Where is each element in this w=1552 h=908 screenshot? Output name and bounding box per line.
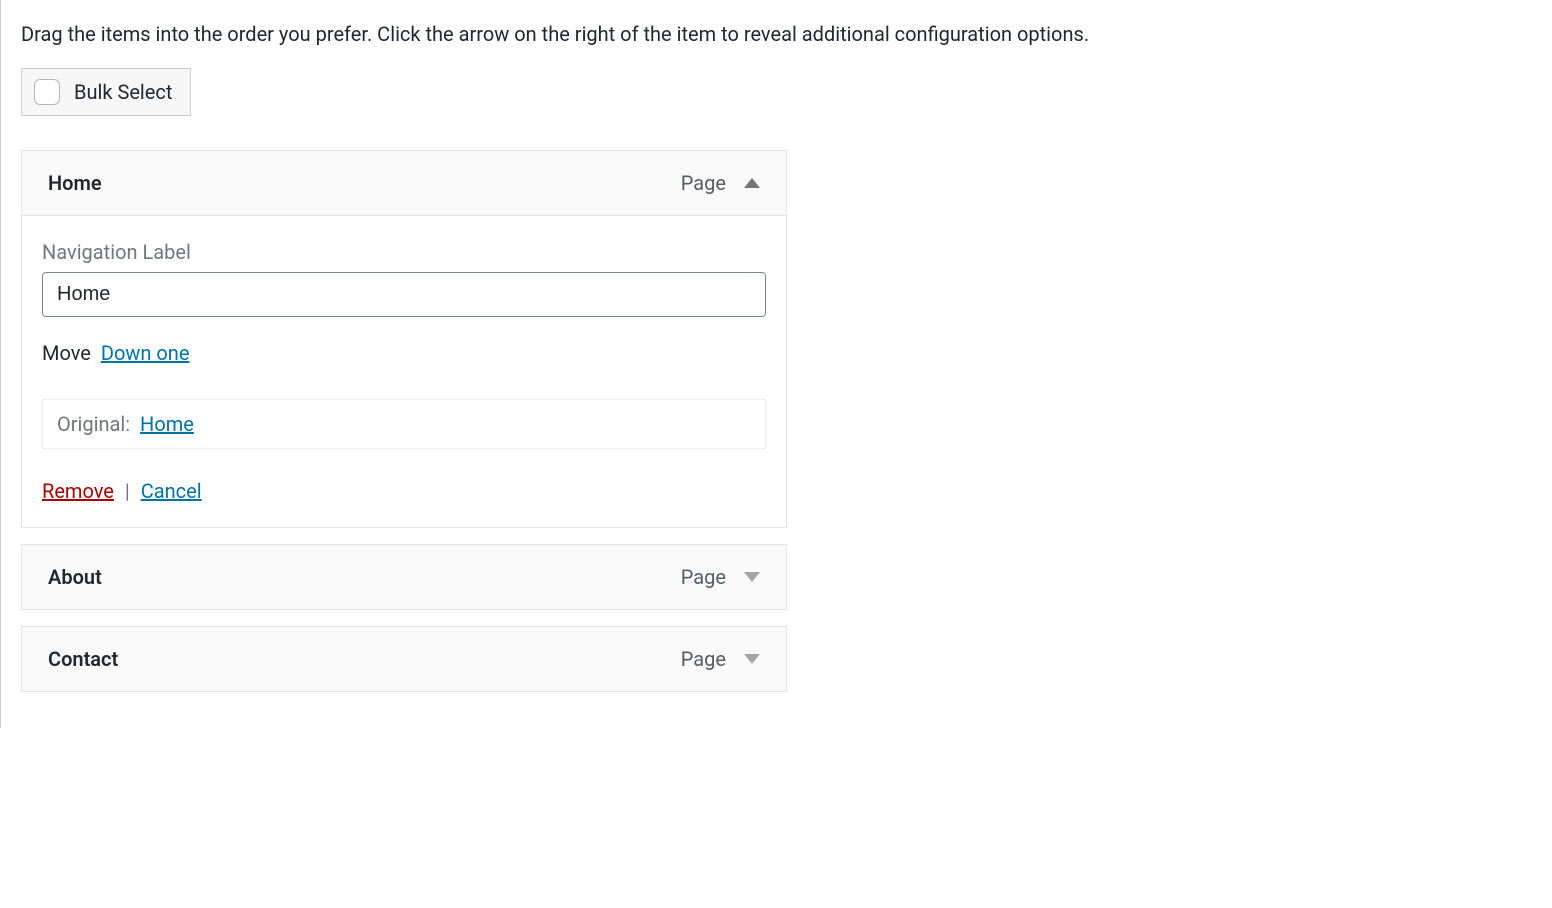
- original-link[interactable]: Home: [140, 412, 194, 436]
- menu-item-title: Home: [48, 171, 102, 195]
- menu-item-header-home[interactable]: Home Page: [21, 150, 787, 216]
- chevron-up-icon[interactable]: [744, 178, 760, 188]
- navigation-label-title: Navigation Label: [42, 240, 766, 264]
- instructions-text: Drag the items into the order you prefer…: [21, 20, 1552, 48]
- original-prefix: Original:: [57, 412, 130, 436]
- menu-item-header-right: Page: [681, 565, 760, 589]
- menu-item-title: About: [48, 565, 102, 589]
- menu-item-header-right: Page: [681, 647, 760, 671]
- menu-item-header-about[interactable]: About Page: [21, 544, 787, 610]
- menu-item-header-right: Page: [681, 171, 760, 195]
- action-separator: |: [125, 479, 130, 503]
- menu-item-type-label: Page: [681, 565, 726, 589]
- move-label: Move: [42, 341, 91, 365]
- menu-item-contact[interactable]: Contact Page: [21, 626, 787, 692]
- menu-item-header-contact[interactable]: Contact Page: [21, 626, 787, 692]
- item-actions-row: Remove | Cancel: [42, 479, 766, 503]
- original-box: Original: Home: [42, 399, 766, 449]
- move-down-link[interactable]: Down one: [101, 341, 190, 365]
- remove-link[interactable]: Remove: [42, 479, 114, 503]
- menu-item-about[interactable]: About Page: [21, 544, 787, 610]
- menu-item-home[interactable]: Home Page Navigation Label Move Down one…: [21, 150, 787, 528]
- menu-item-type-label: Page: [681, 171, 726, 195]
- menu-item-type-label: Page: [681, 647, 726, 671]
- menu-item-title: Contact: [48, 647, 118, 671]
- bulk-select-checkbox[interactable]: [34, 79, 60, 105]
- chevron-down-icon[interactable]: [744, 654, 760, 664]
- menu-item-body-home: Navigation Label Move Down one Original:…: [21, 216, 787, 528]
- cancel-link[interactable]: Cancel: [141, 479, 202, 503]
- move-row: Move Down one: [42, 341, 766, 365]
- chevron-down-icon[interactable]: [744, 572, 760, 582]
- bulk-select-container: Bulk Select: [21, 68, 191, 116]
- navigation-label-input[interactable]: [42, 272, 766, 317]
- bulk-select-label: Bulk Select: [74, 80, 172, 104]
- menu-items-list: Home Page Navigation Label Move Down one…: [21, 150, 787, 692]
